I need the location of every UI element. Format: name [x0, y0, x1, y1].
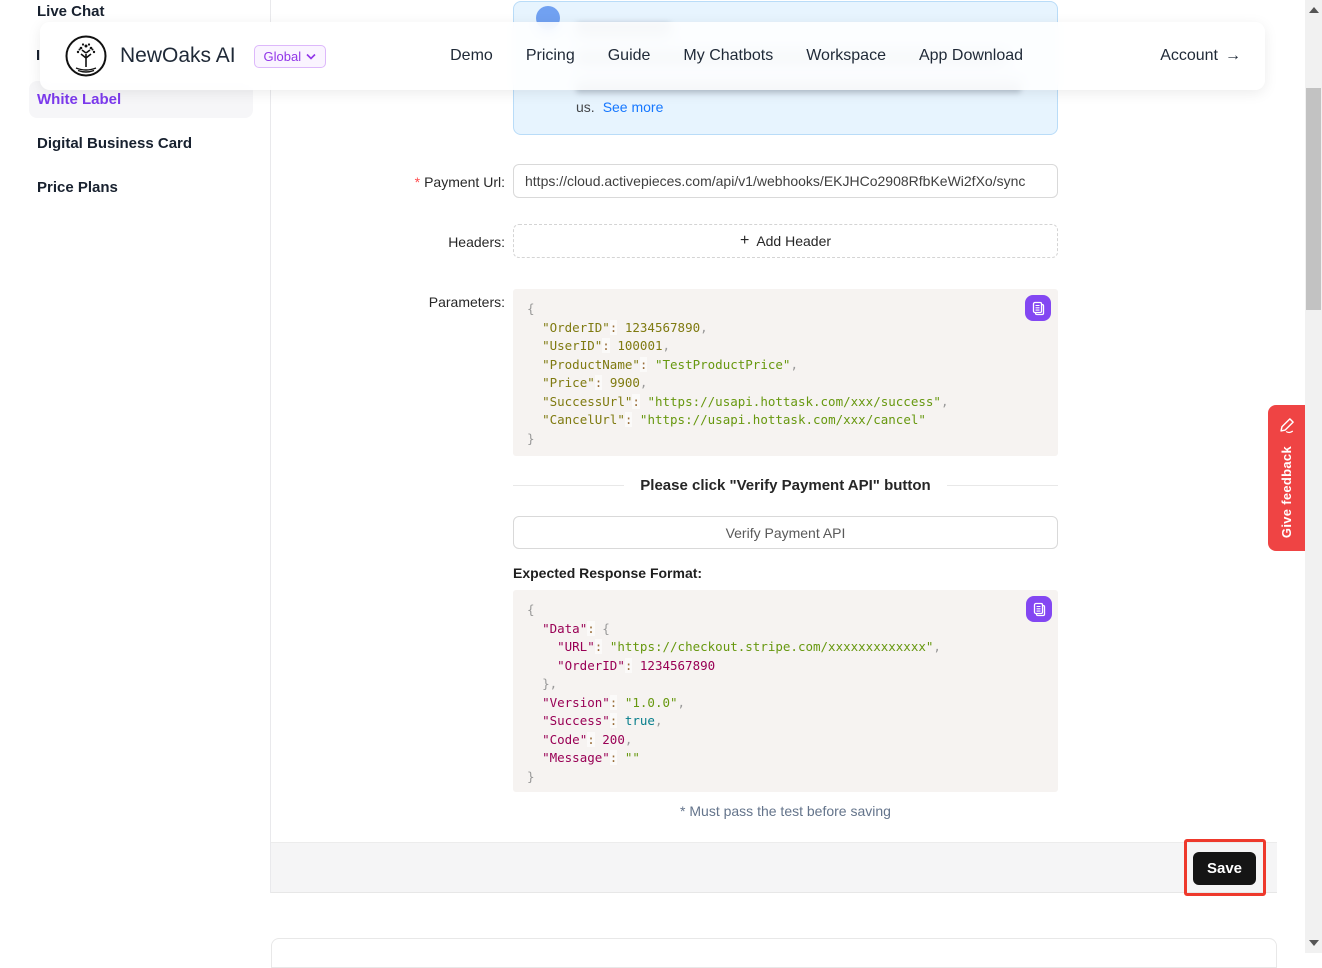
- copy-expected-response-button[interactable]: [1026, 596, 1052, 622]
- scroll-down-arrow-icon[interactable]: [1309, 940, 1319, 946]
- region-dropdown[interactable]: Global: [254, 45, 327, 68]
- pencil-icon: [1278, 416, 1296, 434]
- add-header-label: Add Header: [756, 233, 831, 249]
- add-header-button[interactable]: + Add Header: [513, 224, 1058, 258]
- copy-document-icon: [1031, 301, 1046, 316]
- payment-url-input[interactable]: [513, 164, 1058, 198]
- page-scrollbar[interactable]: [1305, 0, 1322, 953]
- sidebar-item-price-plans[interactable]: Price Plans: [37, 179, 118, 196]
- divider-line: [947, 485, 1058, 486]
- scroll-up-arrow-icon[interactable]: [1309, 7, 1319, 13]
- sidebar-item-white-label[interactable]: White Label: [37, 91, 121, 108]
- verify-instruction-divider: Please click "Verify Payment API" button: [513, 477, 1058, 494]
- expected-response-label: Expected Response Format:: [513, 565, 702, 581]
- sidebar-item-live-chat[interactable]: Live Chat: [37, 3, 105, 20]
- form-footer: Save: [271, 842, 1277, 893]
- parameters-label: Parameters:: [271, 294, 505, 310]
- nav-link-demo[interactable]: Demo: [450, 47, 493, 65]
- arrow-right-icon: →: [1225, 47, 1241, 65]
- nav-link-guide[interactable]: Guide: [608, 47, 651, 65]
- payment-url-label: *Payment Url:: [271, 174, 505, 190]
- sidebar-item-digital-business-card[interactable]: Digital Business Card: [37, 135, 192, 152]
- content-divider: [270, 0, 271, 893]
- save-button[interactable]: Save: [1193, 852, 1256, 885]
- nav-link-my-chatbots[interactable]: My Chatbots: [683, 47, 773, 65]
- verify-payment-api-button[interactable]: Verify Payment API: [513, 516, 1058, 549]
- must-pass-note: * Must pass the test before saving: [513, 803, 1058, 819]
- region-label: Global: [264, 49, 302, 64]
- nav-link-workspace[interactable]: Workspace: [806, 47, 886, 65]
- brand-name: NewOaks AI: [120, 44, 236, 68]
- expected-response-code-block: { "Data": { "URL": "https://checkout.str…: [513, 590, 1058, 792]
- next-section-card: [271, 938, 1277, 968]
- copy-document-icon: [1032, 602, 1047, 617]
- headers-label: Headers:: [271, 234, 505, 250]
- top-navbar: NewOaks AI Global Demo Pricing Guide My …: [40, 22, 1265, 90]
- verify-instruction-text: Please click "Verify Payment API" button: [640, 477, 930, 494]
- required-mark: *: [415, 174, 420, 190]
- account-label: Account: [1160, 47, 1218, 65]
- banner-text: us.: [576, 99, 595, 115]
- nav-link-pricing[interactable]: Pricing: [526, 47, 575, 65]
- plus-icon: +: [740, 233, 749, 249]
- feedback-label: Give feedback: [1279, 446, 1294, 538]
- parameters-code-block: { "OrderID": 1234567890, "UserID": 10000…: [513, 289, 1058, 456]
- divider-line: [513, 485, 624, 486]
- account-link[interactable]: Account →: [1160, 47, 1241, 65]
- copy-parameters-button[interactable]: [1025, 295, 1051, 321]
- scrollbar-thumb[interactable]: [1306, 88, 1321, 310]
- give-feedback-tab[interactable]: Give feedback: [1268, 405, 1305, 551]
- see-more-link[interactable]: See more: [603, 99, 664, 115]
- newoaks-logo-icon: [64, 34, 108, 78]
- chevron-down-icon: [306, 53, 316, 60]
- nav-link-app-download[interactable]: App Download: [919, 47, 1023, 65]
- nav-links: Demo Pricing Guide My Chatbots Workspace…: [450, 47, 1023, 65]
